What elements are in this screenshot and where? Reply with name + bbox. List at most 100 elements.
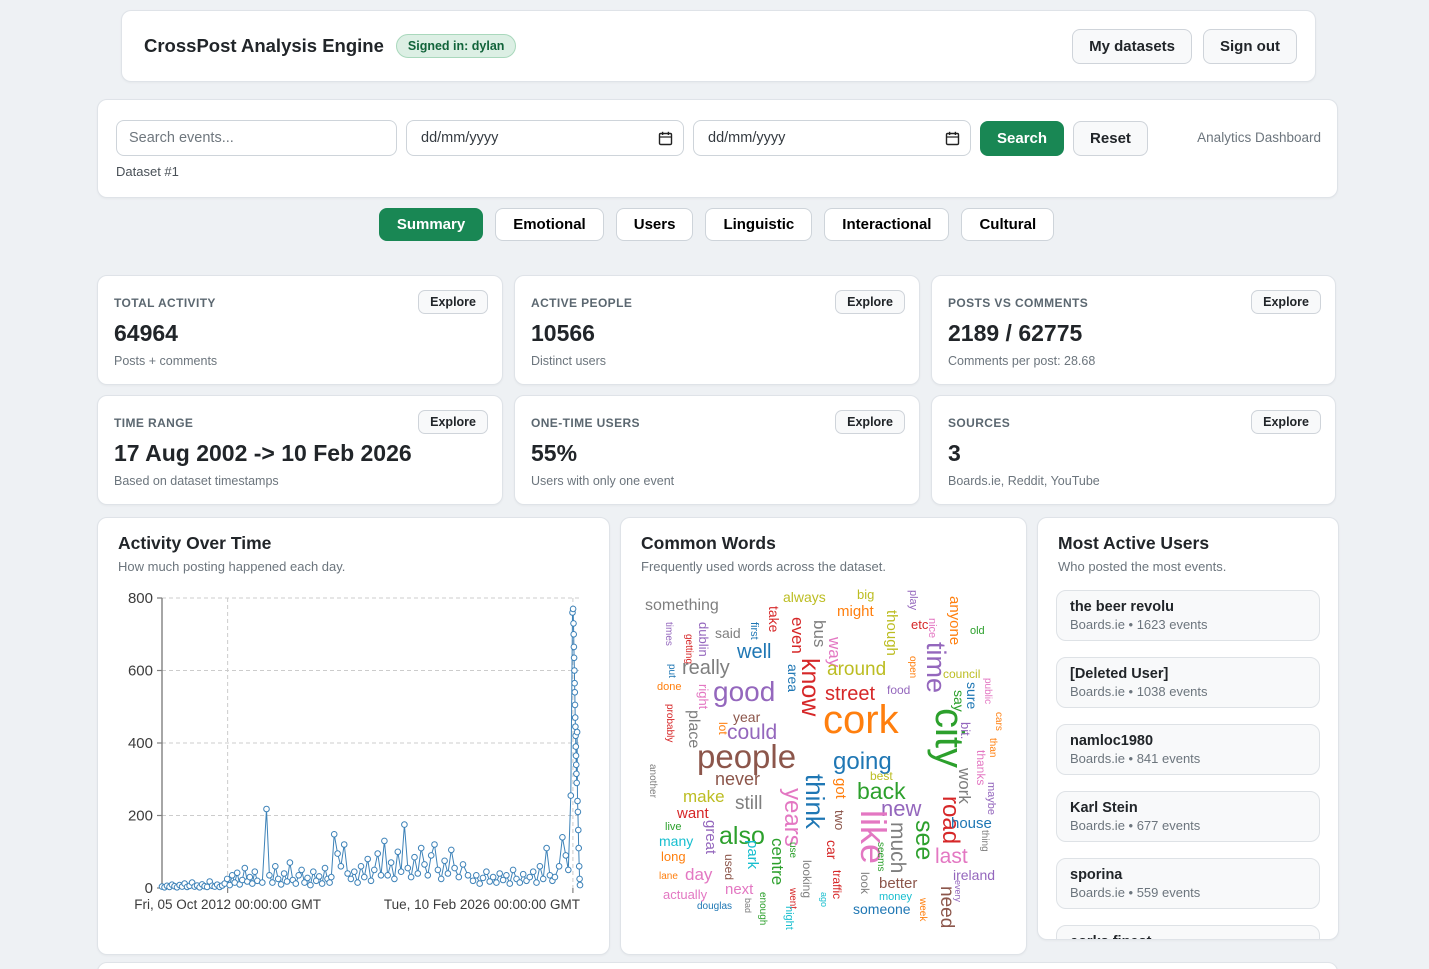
svg-text:0: 0 xyxy=(145,880,153,897)
cloud-word: work xyxy=(956,768,973,804)
cloud-word: first xyxy=(748,622,759,640)
cloud-word: right xyxy=(697,684,710,709)
user-list-item: corks finestBoards.ie • 520 events xyxy=(1056,925,1320,940)
most-active-users-subtitle: Who posted the most events. xyxy=(1058,559,1226,574)
cloud-word: last xyxy=(935,846,968,867)
user-name: Karl Stein xyxy=(1070,800,1306,816)
cloud-word: make xyxy=(683,788,725,805)
reset-button[interactable]: Reset xyxy=(1073,121,1148,156)
cloud-word: probably xyxy=(664,704,674,742)
cloud-word: look xyxy=(859,872,871,894)
user-list-item: namloc1980Boards.ie • 841 events xyxy=(1056,724,1320,775)
date-from-field[interactable] xyxy=(406,120,684,156)
calendar-icon xyxy=(945,131,960,146)
common-words-title: Common Words xyxy=(641,533,776,554)
cloud-word: always xyxy=(783,590,826,604)
cloud-word: house xyxy=(951,816,992,831)
activity-subtitle: How much posting happened each day. xyxy=(118,559,345,574)
cloud-word: bad xyxy=(743,898,752,913)
explore-button[interactable]: Explore xyxy=(418,410,488,434)
explore-button[interactable]: Explore xyxy=(1251,410,1321,434)
tab-users[interactable]: Users xyxy=(616,208,694,241)
cloud-word: traffic xyxy=(831,870,843,899)
stat-label: SOURCES xyxy=(948,416,1010,430)
cloud-word: still xyxy=(735,794,762,813)
date-from-input[interactable] xyxy=(419,129,658,147)
stat-subtext: Comments per post: 28.68 xyxy=(948,354,1095,368)
cloud-word: every xyxy=(953,880,962,902)
tab-interactional[interactable]: Interactional xyxy=(824,208,949,241)
cloud-word: seems xyxy=(875,842,885,871)
cloud-word: play xyxy=(907,590,918,610)
cloud-word: something xyxy=(645,598,719,614)
my-datasets-button[interactable]: My datasets xyxy=(1072,29,1192,64)
cloud-word: car xyxy=(825,840,839,859)
tab-emotional[interactable]: Emotional xyxy=(495,208,604,241)
explore-button[interactable]: Explore xyxy=(835,290,905,314)
cloud-word: than xyxy=(987,738,997,757)
cloud-word: cars xyxy=(993,712,1003,731)
cloud-word: ago xyxy=(819,892,828,907)
cloud-word: next xyxy=(725,882,753,897)
cloud-word: night xyxy=(783,906,794,930)
stat-label: ACTIVE PEOPLE xyxy=(531,296,632,310)
stat-card-sources: SOURCESExplore3Boards.ie, Reddit, YouTub… xyxy=(931,395,1336,505)
stat-value: 17 Aug 2002 -> 10 Feb 2026 xyxy=(114,440,412,467)
common-words-panel: Common Words Frequently used words acros… xyxy=(620,517,1027,955)
cloud-word: maybe xyxy=(985,782,996,815)
cloud-word: live xyxy=(665,822,682,833)
svg-text:Tue, 10 Feb 2026 00:00:00 GMT: Tue, 10 Feb 2026 00:00:00 GMT xyxy=(384,897,580,912)
cloud-word: said xyxy=(715,626,741,640)
filter-panel: Search Reset Analytics Dashboard Dataset… xyxy=(97,99,1338,198)
svg-text:200: 200 xyxy=(128,808,153,825)
stat-card-one-time-users: ONE-TIME USERSExplore55%Users with only … xyxy=(514,395,920,505)
cloud-word: sure xyxy=(965,682,979,709)
cloud-word: day xyxy=(685,866,712,883)
activity-chart-svg: 0200400600800Fri, 05 Oct 2012 00:00:00 G… xyxy=(116,586,592,920)
tab-linguistic[interactable]: Linguistic xyxy=(705,208,812,241)
stat-subtext: Users with only one event xyxy=(531,474,674,488)
user-meta: Boards.ie • 841 events xyxy=(1070,751,1306,766)
stat-card-active-people: ACTIVE PEOPLE Explore 10566 Distinct users xyxy=(514,275,920,385)
calendar-icon xyxy=(658,131,673,146)
user-meta: Boards.ie • 559 events xyxy=(1070,885,1306,900)
cloud-word: want xyxy=(677,806,709,821)
tab-cultural[interactable]: Cultural xyxy=(961,208,1054,241)
cloud-word: many xyxy=(659,834,693,848)
explore-button[interactable]: Explore xyxy=(1251,290,1321,314)
cloud-word: bit. xyxy=(959,722,972,739)
stat-label: POSTS VS COMMENTS xyxy=(948,296,1088,310)
signed-in-badge: Signed in: dylan xyxy=(396,34,517,58)
cloud-word: food xyxy=(887,684,910,696)
date-to-field[interactable] xyxy=(693,120,971,156)
cloud-word: though xyxy=(884,610,899,656)
activity-panel: Activity Over Time How much posting happ… xyxy=(97,517,610,955)
cloud-word: know xyxy=(797,658,822,716)
cloud-word: never xyxy=(715,770,760,788)
cloud-word: long xyxy=(661,850,686,863)
cloud-word: enough xyxy=(757,892,767,925)
stat-card-posts-vs-comments: POSTS VS COMMENTSExplore2189 / 62775Comm… xyxy=(931,275,1336,385)
user-name: [Deleted User] xyxy=(1070,666,1306,682)
search-button[interactable]: Search xyxy=(980,121,1064,156)
cloud-word: another xyxy=(647,764,657,798)
search-input[interactable] xyxy=(116,120,397,156)
stat-subtext: Distinct users xyxy=(531,354,606,368)
common-words-subtitle: Frequently used words across the dataset… xyxy=(641,559,886,574)
cloud-word: put xyxy=(666,664,676,678)
tab-summary[interactable]: Summary xyxy=(379,208,483,241)
date-to-input[interactable] xyxy=(706,129,945,147)
stat-value: 3 xyxy=(948,440,961,467)
cloud-word: well xyxy=(737,642,771,662)
explore-button[interactable]: Explore xyxy=(418,290,488,314)
cloud-word: actually xyxy=(663,888,707,901)
cloud-word: anyone xyxy=(947,596,962,645)
stat-value: 10566 xyxy=(531,320,595,347)
cloud-word: great xyxy=(703,820,718,854)
sign-out-button[interactable]: Sign out xyxy=(1203,29,1297,64)
app-header: CrossPost Analysis Engine Signed in: dyl… xyxy=(121,10,1316,82)
cloud-word: nice xyxy=(926,618,937,638)
cloud-word: might xyxy=(837,604,874,619)
explore-button[interactable]: Explore xyxy=(835,410,905,434)
cloud-word: council xyxy=(943,668,980,680)
